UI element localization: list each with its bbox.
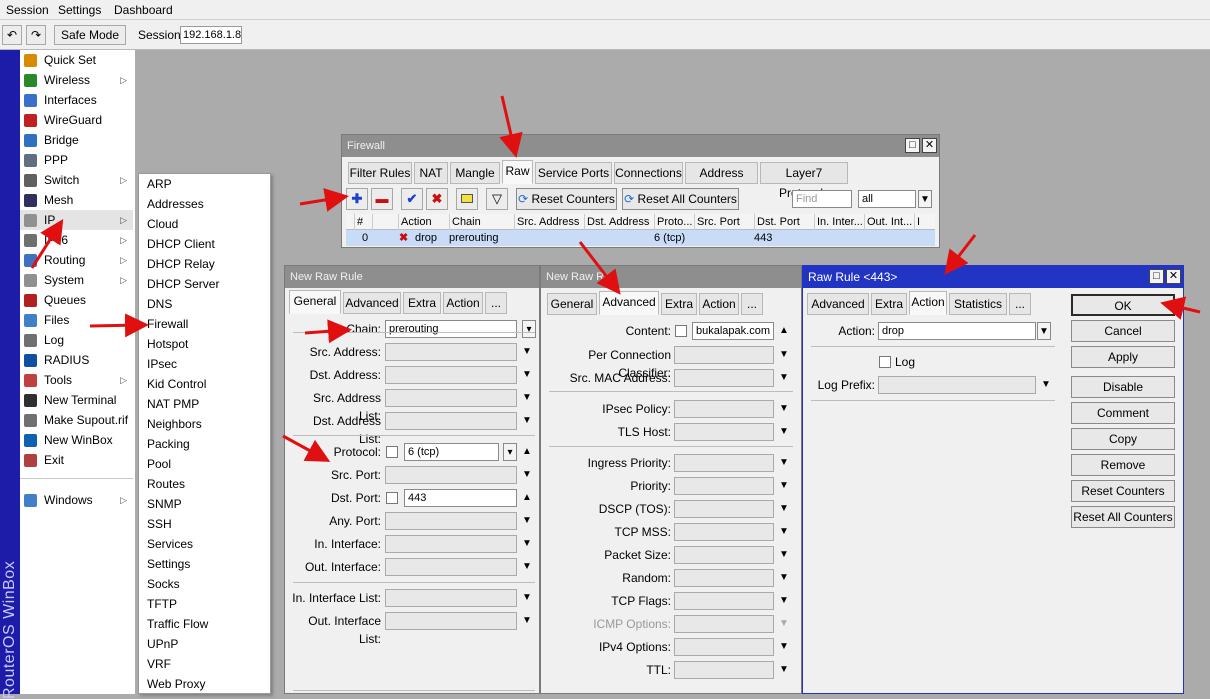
arrow-raw-tab [499, 95, 523, 158]
arrow-chain [304, 319, 352, 344]
arrow-add-button [299, 188, 349, 212]
annotation-arrows [30, 95, 1201, 462]
arrow-ip [30, 218, 64, 269]
arrow-protocol [282, 434, 331, 462]
arrow-firewall [89, 313, 149, 338]
arrow-advanced-tab [578, 241, 621, 295]
arrow-ok [1160, 296, 1201, 320]
arrow-action-tab [944, 234, 977, 275]
